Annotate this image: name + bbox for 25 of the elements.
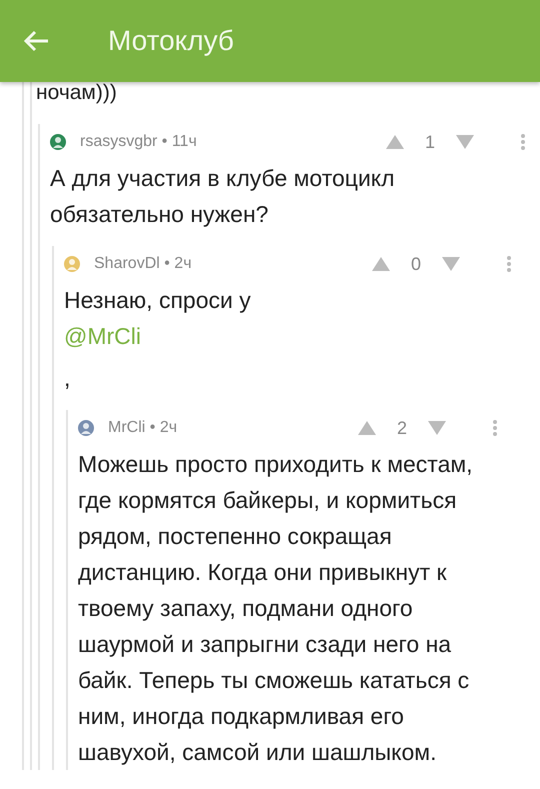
comment-meta: MrCli • 2ч <box>108 419 178 437</box>
vote-count: 1 <box>424 132 436 152</box>
more-icon[interactable] <box>492 419 498 437</box>
downvote-icon[interactable] <box>456 135 474 149</box>
comment-text: ночам))) <box>36 80 118 106</box>
avatar-icon <box>64 256 80 272</box>
avatar-icon <box>50 134 66 150</box>
mention-link[interactable]: @MrCli <box>64 318 512 354</box>
more-icon[interactable] <box>520 133 526 151</box>
comment-text: , <box>64 364 72 393</box>
comment-text: А для участия в клубе мотоцикл обязательно нужен? <box>50 164 396 229</box>
downvote-icon[interactable] <box>442 257 460 271</box>
comment-meta: rsasysvgbr • 11ч <box>80 133 198 151</box>
vote-count: 0 <box>410 254 422 274</box>
avatar-icon <box>78 420 94 436</box>
downvote-icon[interactable] <box>428 421 446 435</box>
screen-title: Мотоклуб <box>108 25 234 57</box>
vote-count: 2 <box>396 418 408 438</box>
upvote-icon[interactable] <box>386 135 404 149</box>
comment-text: Незнаю, спроси у <box>64 286 252 315</box>
more-icon[interactable] <box>506 255 512 273</box>
upvote-icon[interactable] <box>358 421 376 435</box>
upvote-icon[interactable] <box>372 257 390 271</box>
comment-text: Можешь просто приходить к местам, где кормятся байкеры, и кормиться рядом, постепенно сокращая дистанцию. Когда они привыкнут к твоему запаху, подмани одного шаурмой и запрыгни сзади него на байк. Теперь ты сможешь кататься с ним, иногда подкармливая его шавухой, самсой или шашлыком. <box>78 450 474 767</box>
comment-meta: SharovDl • 2ч <box>94 255 193 273</box>
